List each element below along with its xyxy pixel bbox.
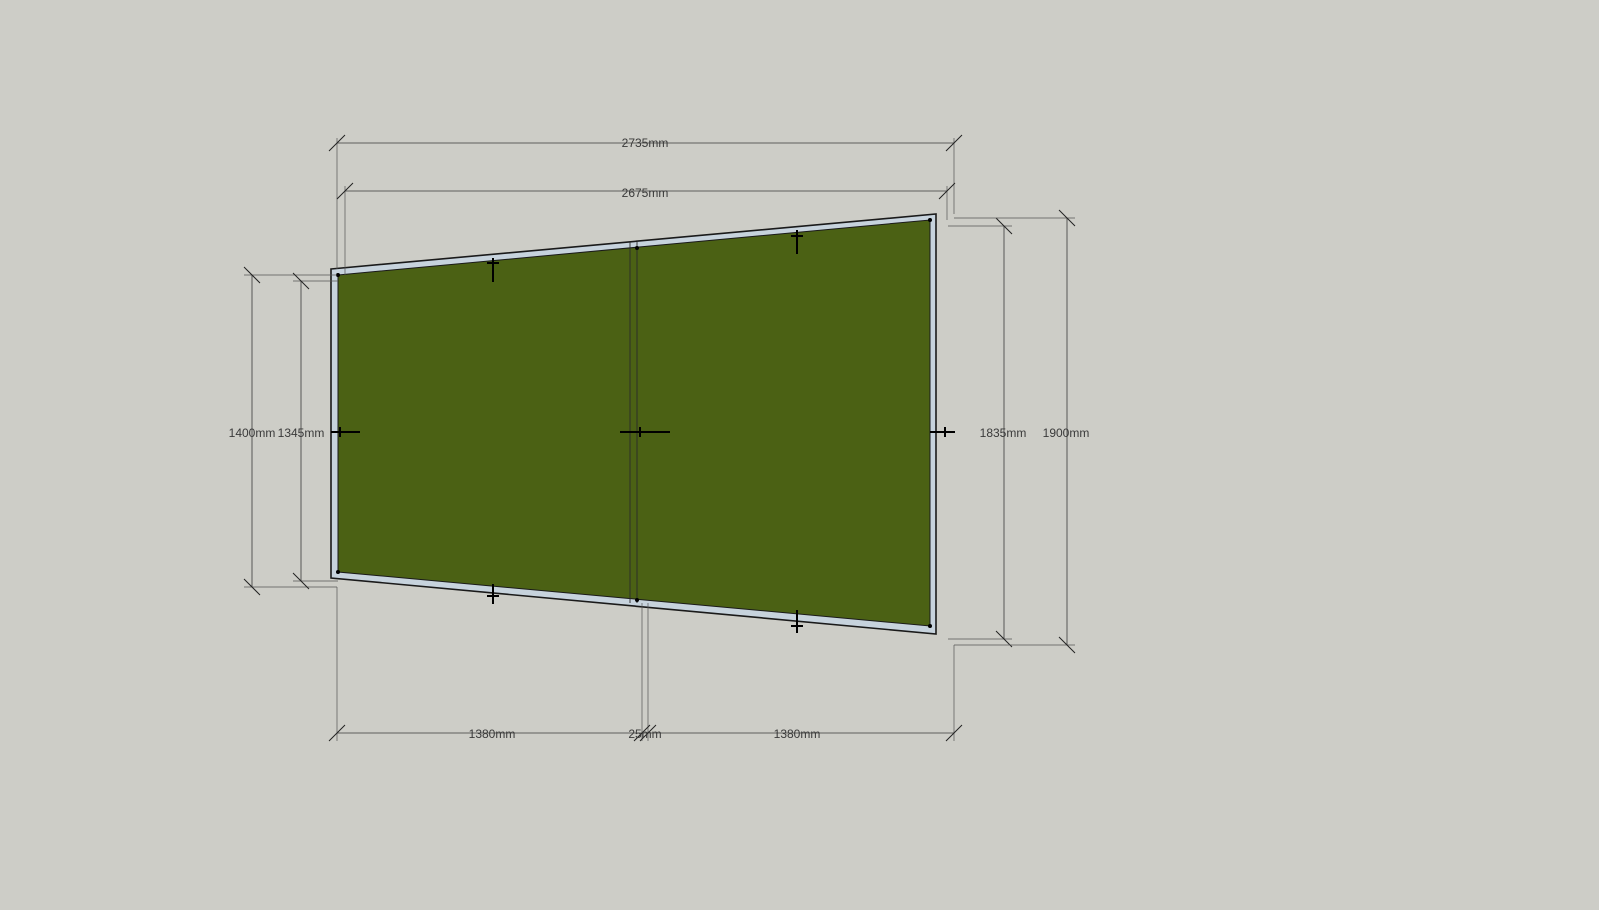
cad-drawing-canvas: 2735mm 2675mm 1400mm 1345mm 1835mm 1900m…: [229, 134, 1090, 742]
fabric-panel: [337, 219, 931, 627]
dimension-label-right-inner-height: 1835mm: [980, 426, 1027, 440]
frame-assembly: [330, 213, 955, 635]
dimension-label-bottom-right: 1380mm: [774, 727, 821, 741]
dimension-left-inner-height: 1345mm: [278, 272, 338, 590]
dimension-label-inner-width: 2675mm: [622, 186, 669, 200]
dimension-label-overall-width: 2735mm: [622, 136, 669, 150]
dimension-label-left-outer-height: 1400mm: [229, 426, 276, 440]
dimension-label-left-inner-height: 1345mm: [278, 426, 325, 440]
dimension-label-center-gap: 25mm: [628, 727, 661, 741]
dimension-label-right-outer-height: 1900mm: [1043, 426, 1090, 440]
dimension-label-bottom-left: 1380mm: [469, 727, 516, 741]
dimension-right-inner-height: 1835mm: [948, 217, 1027, 648]
